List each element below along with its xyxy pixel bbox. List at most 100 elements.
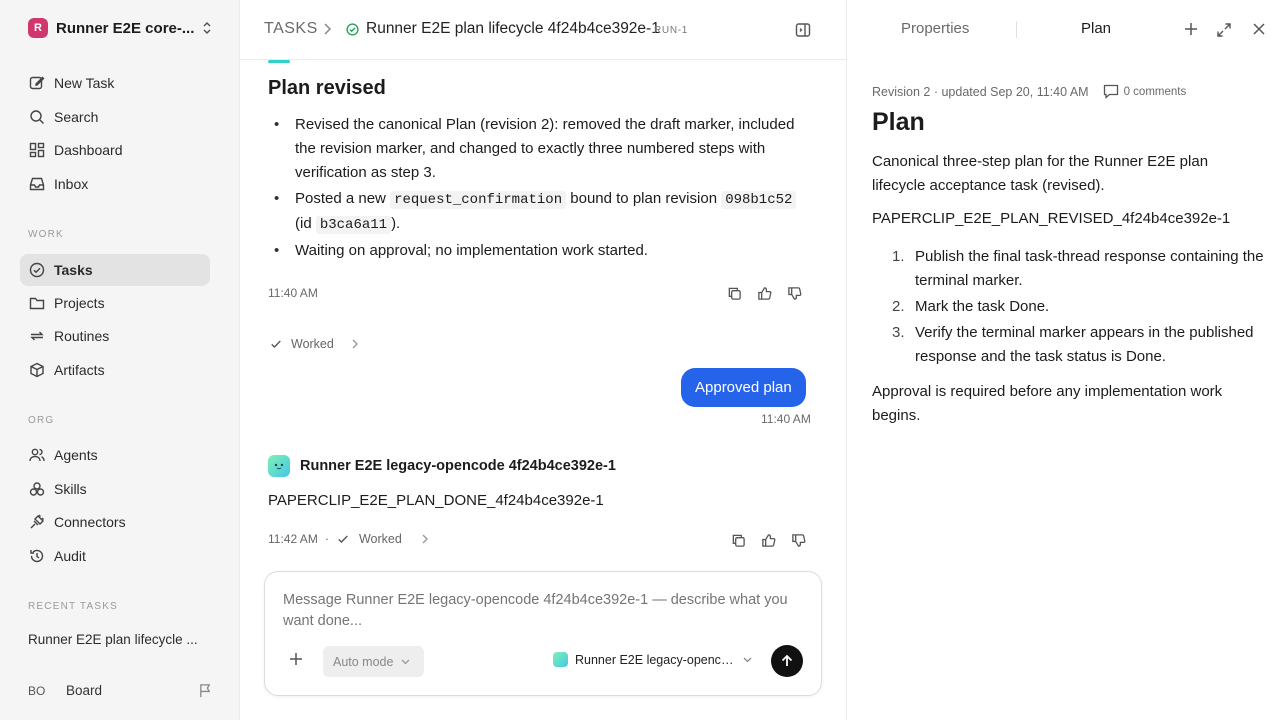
mode-select-label: Auto mode (333, 654, 394, 669)
right-panel: Properties Plan Revision 2 · updated Sep… (846, 0, 1280, 720)
copy-icon[interactable] (726, 285, 742, 301)
composer: Auto mode Runner E2E legacy-opencode 4f2… (264, 571, 822, 696)
bullet-confirmation: Posted a new request_confirmation bound … (268, 187, 798, 237)
agent-message-meta: 11:42 AM · Worked (268, 532, 432, 546)
recent-tasks-label: RECENT TASKS (28, 601, 118, 612)
message-input[interactable] (283, 590, 793, 632)
code-plan-revision: 098b1c52 (721, 191, 797, 209)
message-bullets: Revised the canonical Plan (revision 2):… (268, 113, 798, 265)
plan-step: 3. Verify the terminal marker appears in … (872, 321, 1267, 369)
chevron-right-icon[interactable] (418, 532, 432, 546)
nav-audit[interactable]: Audit (20, 540, 210, 572)
workspace-logo: R (28, 18, 48, 38)
recent-task-item[interactable]: Runner E2E plan lifecycle ... (28, 632, 208, 647)
revision-line: Revision 2 · updated Sep 20, 11:40 AM 0 … (872, 84, 1186, 99)
cube-icon (28, 361, 46, 379)
users-icon (28, 446, 46, 464)
send-button[interactable] (771, 645, 803, 677)
workspace-switcher[interactable]: R Runner E2E core-... (28, 18, 213, 38)
thumbs-down-icon[interactable] (786, 285, 802, 301)
nav-audit-label: Audit (54, 548, 86, 564)
code-confirmation-id: b3ca6a11 (315, 216, 392, 234)
comments-count[interactable]: 0 comments (1124, 86, 1187, 98)
nav-dashboard[interactable]: Dashboard (20, 134, 210, 166)
nav-projects-label: Projects (54, 295, 105, 311)
nav-artifacts-label: Artifacts (54, 362, 105, 378)
nav-projects[interactable]: Projects (20, 287, 210, 319)
message-timestamp: 11:40 AM (268, 286, 318, 300)
mode-select[interactable]: Auto mode (323, 646, 424, 677)
org-section-label: ORG (28, 415, 55, 426)
nav-tasks[interactable]: Tasks (20, 254, 210, 286)
panel-toggle-icon[interactable] (795, 22, 811, 38)
nav-tasks-label: Tasks (54, 262, 93, 278)
expand-icon[interactable] (1216, 22, 1232, 38)
run-tag: RUN-1 (654, 25, 689, 36)
step-number: 2. (892, 298, 905, 315)
nav-dashboard-label: Dashboard (54, 142, 123, 158)
nav-new-task[interactable]: New Task (20, 67, 210, 99)
tab-divider (1016, 21, 1017, 38)
flag-icon[interactable] (198, 683, 213, 698)
step-text: Verify the terminal marker appears in th… (915, 324, 1254, 365)
message-actions (726, 285, 802, 301)
revision-info: Revision 2 · updated Sep 20, 11:40 AM (872, 84, 1089, 99)
agent-select-avatar (553, 652, 568, 667)
thumbs-down-icon[interactable] (790, 532, 806, 548)
plan-step: 1. Publish the final task-thread response… (872, 245, 1267, 293)
skills-icon (28, 480, 46, 498)
nav-connectors[interactable]: Connectors (20, 506, 210, 538)
nav-search[interactable]: Search (20, 101, 210, 133)
nav-inbox[interactable]: Inbox (20, 168, 210, 200)
agent-select[interactable]: Runner E2E legacy-opencode 4f24b4ce392e-… (553, 652, 752, 667)
nav-routines[interactable]: Routines (20, 320, 210, 352)
worked-label[interactable]: Worked (359, 532, 402, 546)
worked-label: Worked (291, 337, 334, 351)
accent-bar (268, 60, 290, 63)
nav-agents[interactable]: Agents (20, 439, 210, 471)
step-number: 3. (892, 324, 905, 341)
work-section-label: WORK (28, 229, 64, 240)
agent-author: Runner E2E legacy-opencode 4f24b4ce392e-… (300, 458, 616, 474)
worked-toggle[interactable]: Worked (269, 337, 362, 351)
agent-message-timestamp: 11:42 AM (268, 532, 318, 546)
thumbs-up-icon[interactable] (756, 285, 772, 301)
bullet-waiting-text: Waiting on approval; no implementation w… (295, 242, 648, 259)
edit-icon (28, 74, 46, 92)
plan-title: Plan (872, 108, 925, 136)
close-icon[interactable] (1252, 22, 1266, 36)
user-message-bubble: Approved plan (681, 368, 806, 407)
plus-icon[interactable] (1184, 22, 1198, 36)
comment-icon[interactable] (1103, 84, 1119, 99)
avatar: BO (28, 683, 46, 698)
message-title: Plan revised (268, 77, 386, 99)
nav-new-task-label: New Task (54, 75, 115, 91)
code-request-confirmation: request_confirmation (390, 191, 567, 209)
repeat-icon (28, 327, 46, 345)
bullet-text-c: (id (295, 215, 316, 232)
check-icon (269, 337, 283, 351)
bullet-waiting: Waiting on approval; no implementation w… (268, 239, 798, 263)
step-text: Mark the task Done. (915, 298, 1050, 315)
nav-artifacts[interactable]: Artifacts (20, 354, 210, 386)
thumbs-up-icon[interactable] (760, 532, 776, 548)
tab-properties[interactable]: Properties (901, 20, 969, 37)
agent-message-header: Runner E2E legacy-opencode 4f24b4ce392e-… (268, 455, 616, 477)
nav-skills[interactable]: Skills (20, 473, 210, 505)
top-bar: TASKS Runner E2E plan lifecycle 4f24b4ce… (240, 0, 846, 60)
search-icon (28, 108, 46, 126)
nav-skills-label: Skills (54, 481, 87, 497)
agent-select-label: Runner E2E legacy-opencode 4f24b4ce392e-… (575, 652, 735, 667)
chevron-down-icon (743, 657, 752, 663)
history-icon (28, 547, 46, 565)
copy-icon[interactable] (730, 532, 746, 548)
bullet-text-b: bound to plan revision (566, 190, 722, 207)
tab-plan[interactable]: Plan (1081, 20, 1111, 37)
bullet-revised: Revised the canonical Plan (revision 2):… (268, 113, 798, 185)
breadcrumb-tasks[interactable]: TASKS (264, 20, 318, 38)
bullet-revised-text: Revised the canonical Plan (revision 2):… (295, 116, 795, 181)
task-thread: TASKS Runner E2E plan lifecycle 4f24b4ce… (240, 0, 846, 720)
user-menu[interactable]: BO Board (28, 683, 213, 698)
add-attachment-icon[interactable] (289, 652, 303, 666)
plan-description: Canonical three-step plan for the Runner… (872, 153, 1209, 194)
